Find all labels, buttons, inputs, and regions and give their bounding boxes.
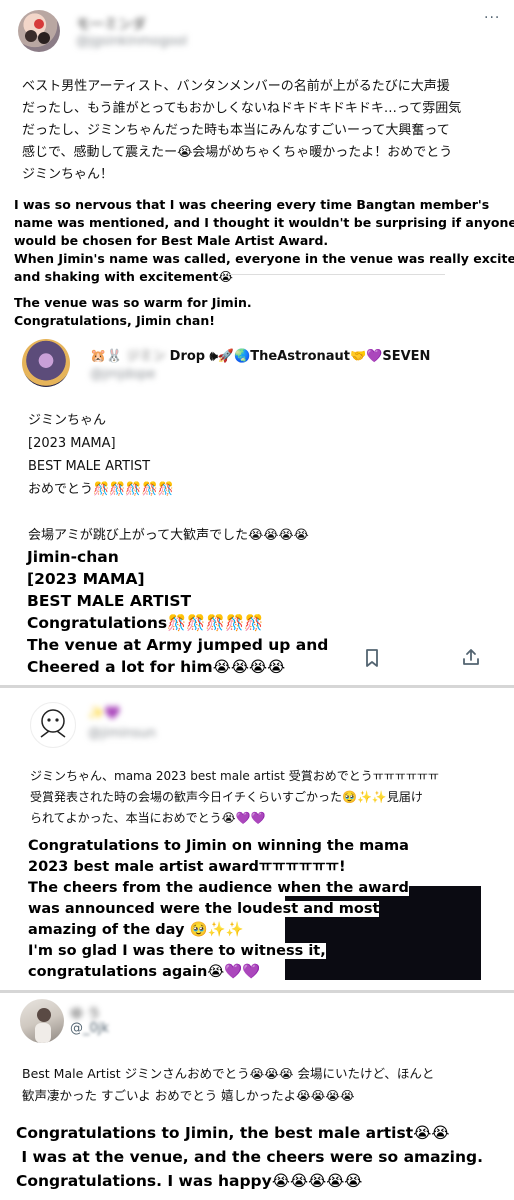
text-line: おめでとう🎊🎊🎊🎊🎊 xyxy=(28,482,174,497)
translation-line: was announced were the loudest and most xyxy=(28,901,380,917)
divider xyxy=(230,274,445,275)
translation-line: I was so nervous that I was cheering eve… xyxy=(14,197,490,212)
text-line: ジミンちゃん！ xyxy=(22,167,114,182)
translation-line: I'm so glad I was there to witness it, xyxy=(28,943,326,959)
avatar[interactable] xyxy=(20,999,64,1043)
translation-line: Congratulations🎊🎊🎊🎊🎊 xyxy=(27,614,264,632)
translation-line: Congratulations to Jimin, the best male … xyxy=(16,1124,450,1142)
text-line: 会場アミが跳び上がって大歓声でした😭😭😭😭 xyxy=(28,528,309,543)
translation-line: Congratulations to Jimin on winning the … xyxy=(28,838,409,854)
translation-text: Jimin-chan [2023 MAMA] BEST MALE ARTIST … xyxy=(27,546,328,678)
translation-text: I was so nervous that I was cheering eve… xyxy=(14,196,514,330)
user-id[interactable]: @jmjdope xyxy=(90,367,155,382)
post-1: モ一ミンダ @jgsinkinmogool ··· ベスト男性アーティスト、バン… xyxy=(0,0,514,335)
user-id[interactable]: @jgsinkinmogool xyxy=(76,34,187,49)
text-line: 歓声凄かった すごいよ おめでとう 嬉しかったよ😭😭😭😭 xyxy=(22,1088,355,1103)
text-line: Best Male Artist ジミンさんおめでとう😭😭😭 会場にいたけど、ほ… xyxy=(22,1066,435,1081)
original-text: Best Male Artist ジミンさんおめでとう😭😭😭 会場にいたけど、ほ… xyxy=(22,1063,434,1107)
text-line: ベスト男性アーティスト、バンタンメンバーの名前が上がるたびに大声援 xyxy=(22,79,450,94)
share-icon[interactable] xyxy=(462,648,480,670)
more-dots-icon[interactable]: ··· xyxy=(484,10,500,26)
display-name: Drop 🕪🚀🌏TheAstronaut🤝💜SEVEN xyxy=(169,349,431,364)
translation-line: Congratulations. I was happy😭😭😭😭😭 xyxy=(16,1172,363,1190)
translation-line: and shaking with excitement😭 xyxy=(14,269,233,284)
text-line: 受賞発表された時の会場の歓声今日イチくらいすごかった🥹✨✨見届け xyxy=(30,790,423,804)
display-name[interactable]: ✨💜 xyxy=(88,706,120,721)
translation-line: would be chosen for Best Male Artist Awa… xyxy=(14,233,329,248)
translation-line: I was at the venue, and the cheers were … xyxy=(16,1148,483,1166)
user-id[interactable]: @_0jk xyxy=(70,1021,109,1036)
translation-line: Congratulations, Jimin chan! xyxy=(14,313,215,328)
translation-line: The cheers from the audience when the aw… xyxy=(28,880,409,896)
display-name[interactable]: ゆ う xyxy=(70,1003,100,1022)
translation-line: congratulations again😭💜💜 xyxy=(28,964,261,980)
post-3: ✨💜 @jiminsun ジミンちゃん、mama 2023 best male … xyxy=(0,688,514,990)
original-text: ジミンちゃん、mama 2023 best male artist 受賞おめでと… xyxy=(30,766,439,829)
text-line: だったし、ジミンちゃんだった時も本当にみんなすごいーって大興奮って xyxy=(22,123,450,138)
avatar[interactable] xyxy=(30,702,76,748)
translation-text: Congratulations to Jimin on winning the … xyxy=(28,836,409,983)
avatar[interactable] xyxy=(18,10,60,52)
user-id-at: @ xyxy=(70,1021,83,1036)
translation-line: Jimin-chan xyxy=(27,548,119,566)
original-text: ジミンちゃん [2023 MAMA] BEST MALE ARTIST おめでと… xyxy=(28,409,309,547)
user-id-blurred: _0jk xyxy=(83,1021,109,1036)
user-id[interactable]: @jiminsun xyxy=(88,726,156,741)
text-line: ジミンちゃん xyxy=(28,413,107,428)
text-line: 感じで、感動して震えたー😭会場がめちゃくちゃ暖かったよ！おめでとう xyxy=(22,145,453,160)
bookmark-icon[interactable] xyxy=(364,649,380,671)
translation-line: BEST MALE ARTIST xyxy=(27,592,192,610)
text-line: られてよかった、本当におめでとう😭💜💜 xyxy=(30,811,266,825)
translation-line: The venue at Army jumped up and xyxy=(27,636,329,654)
translation-line: [2023 MAMA] xyxy=(27,570,145,588)
translation-line: The venue was so warm for Jimin. xyxy=(14,295,252,310)
display-name-row[interactable]: 🐹🐰 ジミン Drop 🕪🚀🌏TheAstronaut🤝💜SEVEN xyxy=(90,345,430,364)
text-line: BEST MALE ARTIST xyxy=(28,459,151,474)
post-4: ゆ う @_0jk Best Male Artist ジミンさんおめでとう😭😭😭… xyxy=(0,993,514,1200)
avatar[interactable] xyxy=(22,339,70,387)
translation-line: When Jimin's name was called, everyone i… xyxy=(14,251,514,266)
translation-text: Congratulations to Jimin, the best male … xyxy=(16,1121,483,1193)
original-text: ベスト男性アーティスト、バンタンメンバーの名前が上がるたびに大声援 だったし、も… xyxy=(22,76,461,186)
display-name[interactable]: モ一ミンダ xyxy=(76,14,146,34)
text-line: [2023 MAMA] xyxy=(28,436,116,451)
translation-line: Cheered a lot for him😭😭😭😭 xyxy=(27,658,286,676)
translation-line: amazing of the day 🥹✨✨ xyxy=(28,922,244,938)
display-name-prefix: 🐹🐰 xyxy=(90,349,123,364)
post-2: 🐹🐰 ジミン Drop 🕪🚀🌏TheAstronaut🤝💜SEVEN @jmjd… xyxy=(0,335,514,685)
text-line: だったし、もう誰がとってもおかしくないねドキドキドキドキ…って雰囲気 xyxy=(22,101,462,116)
text-line xyxy=(28,501,309,524)
display-name-blurred: ジミン xyxy=(126,349,166,364)
text-line: ジミンちゃん、mama 2023 best male artist 受賞おめでと… xyxy=(30,769,439,783)
translation-line xyxy=(14,286,514,294)
translation-line: 2023 best male artist awardㅠㅠㅠㅠㅠㅠ! xyxy=(28,859,346,875)
translation-line: name was mentioned, and I thought it wou… xyxy=(14,215,514,230)
